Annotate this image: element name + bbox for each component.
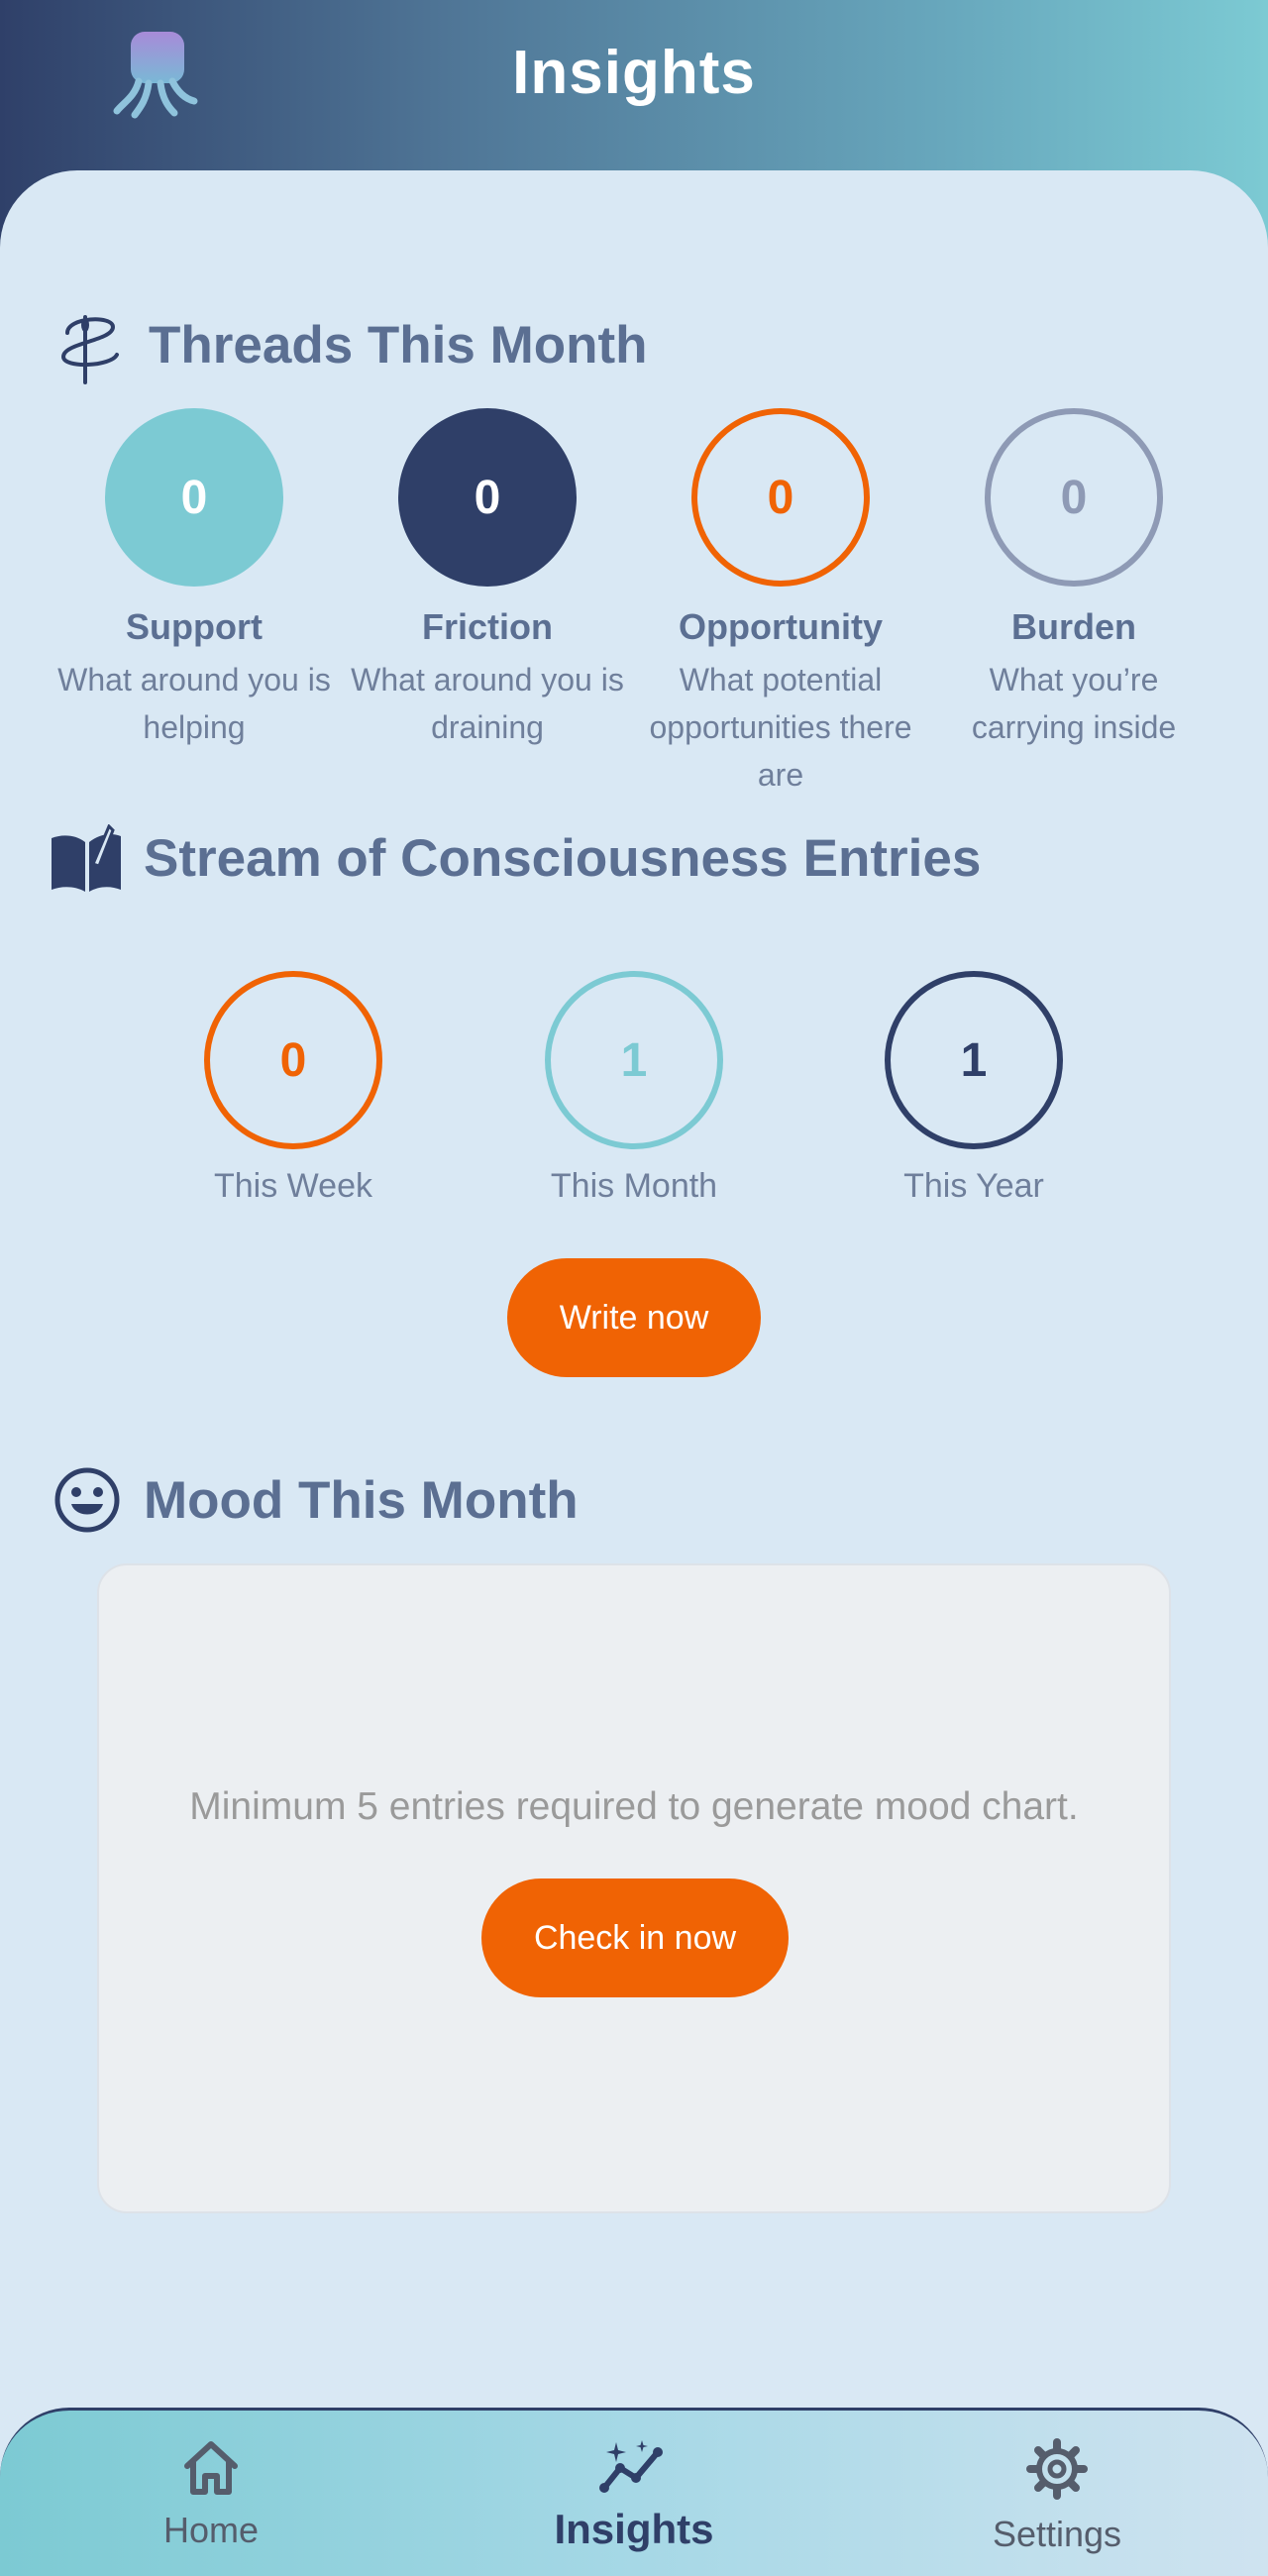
this-week-label: This Week <box>214 1167 372 1205</box>
opportunity-label: Opportunity <box>679 606 883 647</box>
nav-label-home: Home <box>162 2510 260 2550</box>
nav-item-home[interactable]: Home <box>62 2438 360 2551</box>
friction-label: Friction <box>422 606 553 647</box>
friction-count-circle: 0 <box>398 408 577 587</box>
mood-section-title: Mood This Month <box>144 1471 579 1530</box>
this-year-count-circle: 1 <box>885 971 1063 1149</box>
bottom-navigation: Home Insights Settings <box>0 2408 1268 2576</box>
burden-count: 0 <box>1060 471 1088 524</box>
thread-burden[interactable]: 0 Burden What you’re carrying inside <box>930 408 1217 751</box>
stat-this-month: 1 This Month <box>485 971 783 1206</box>
open-book-icon <box>52 824 121 892</box>
nav-item-insights[interactable]: Insights <box>485 2438 783 2553</box>
insights-icon <box>599 2440 663 2493</box>
threads-section-header: Threads This Month <box>55 309 749 388</box>
thread-support[interactable]: 0 Support What around you is helping <box>51 408 338 751</box>
support-description: What around you is helping <box>57 662 331 745</box>
opportunity-count-circle: 0 <box>691 408 870 587</box>
check-in-now-button[interactable]: Check in now <box>481 1878 789 1997</box>
mood-section-header: Mood This Month <box>53 1462 846 1542</box>
burden-count-circle: 0 <box>985 408 1163 587</box>
stream-section-title: Stream of Consciousness Entries <box>144 829 982 888</box>
gear-icon <box>1026 2438 1088 2500</box>
thread-opportunity[interactable]: 0 Opportunity What potential opportuniti… <box>637 408 924 799</box>
this-month-count-circle: 1 <box>545 971 723 1149</box>
threads-section-title: Threads This Month <box>149 316 648 375</box>
nav-item-settings[interactable]: Settings <box>908 2438 1206 2555</box>
this-year-count: 1 <box>960 1033 988 1087</box>
mood-chart-card: Minimum 5 entries required to generate m… <box>97 1563 1171 2213</box>
this-week-count-circle: 0 <box>204 971 382 1149</box>
friction-count: 0 <box>474 471 501 524</box>
opportunity-description: What potential opportunities there are <box>649 662 912 793</box>
nav-label-settings: Settings <box>992 2514 1122 2554</box>
page-title: Insights <box>512 39 756 107</box>
this-month-label: This Month <box>550 1167 718 1205</box>
needle-thread-icon <box>60 315 119 384</box>
burden-description: What you’re carrying inside <box>971 662 1177 745</box>
smiley-face-icon <box>54 1467 120 1533</box>
thread-friction[interactable]: 0 Friction What around you is draining <box>344 408 631 751</box>
friction-description: What around you is draining <box>351 662 624 745</box>
stream-section-header: Stream of Consciousness Entries <box>50 822 1189 902</box>
opportunity-count: 0 <box>767 471 794 524</box>
stat-this-year: 1 This Year <box>825 971 1122 1206</box>
burden-label: Burden <box>1011 606 1136 647</box>
support-count: 0 <box>180 471 208 524</box>
support-label: Support <box>126 606 263 647</box>
write-now-button[interactable]: Write now <box>507 1258 761 1377</box>
support-count-circle: 0 <box>105 408 283 587</box>
this-week-count: 0 <box>279 1033 307 1087</box>
nav-label-insights: Insights <box>554 2506 714 2552</box>
this-month-count: 1 <box>620 1033 648 1087</box>
this-year-label: This Year <box>903 1167 1044 1205</box>
mood-empty-message: Minimum 5 entries required to generate m… <box>189 1785 1079 1828</box>
home-icon <box>184 2441 238 2495</box>
stat-this-week: 0 This Week <box>145 971 442 1206</box>
